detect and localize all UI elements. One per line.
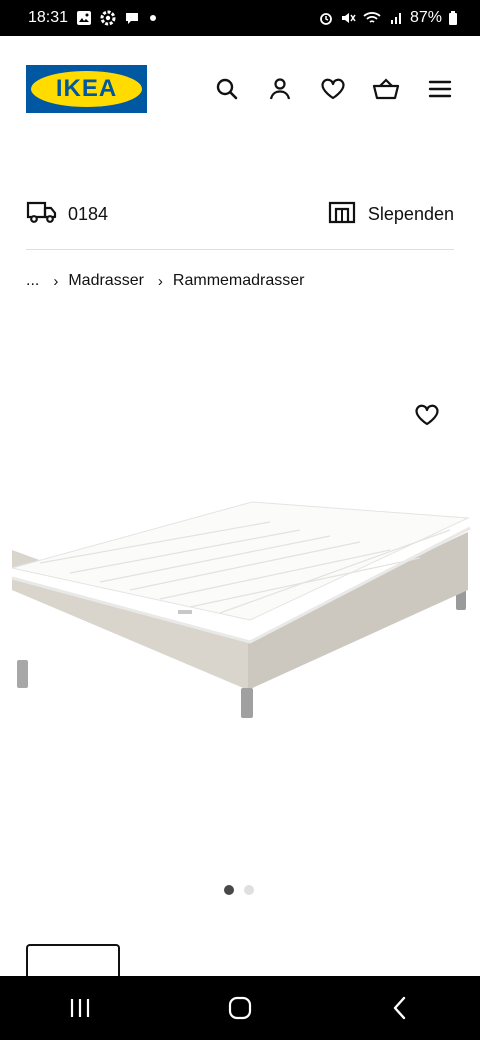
system-nav-bar	[0, 976, 480, 1040]
site-header: IKEA	[0, 36, 480, 140]
back-icon[interactable]	[370, 986, 430, 1030]
pagination-dot-2[interactable]	[244, 885, 254, 895]
menu-icon[interactable]	[425, 74, 455, 104]
pagination-dot-1[interactable]	[224, 885, 234, 895]
wifi-call-icon	[362, 10, 384, 26]
store-icon	[328, 200, 356, 229]
logo-oval: IKEA	[31, 71, 142, 107]
gallery-pagination	[224, 885, 254, 895]
home-icon[interactable]	[210, 986, 270, 1030]
battery-level: 87%	[409, 9, 442, 26]
logo-text: IKEA	[55, 75, 118, 102]
chevron-right-icon: ›	[157, 272, 163, 290]
breadcrumb: ... › Madrasser › Rammemadrasser	[26, 272, 305, 290]
delivery-postcode-button[interactable]: 0184	[26, 200, 108, 229]
status-bar: 18:31 87%	[0, 0, 480, 36]
breadcrumb-madrasser[interactable]: Madrasser	[68, 272, 144, 290]
settings-icon	[100, 10, 116, 26]
chevron-right-icon: ›	[53, 272, 59, 290]
breadcrumb-rammemadrasser[interactable]: Rammemadrasser	[173, 272, 305, 290]
account-icon[interactable]	[265, 74, 295, 104]
battery-icon	[448, 10, 458, 26]
breadcrumb-ellipsis[interactable]: ...	[26, 272, 39, 290]
product-wishlist-heart-icon[interactable]	[412, 400, 442, 430]
signal-icon	[390, 10, 404, 26]
truck-icon	[26, 200, 58, 229]
dot-icon	[148, 13, 158, 23]
bed-frame-mattress-image	[11, 501, 471, 718]
product-image-gallery[interactable]	[0, 320, 480, 920]
basket-icon[interactable]	[371, 74, 401, 104]
gallery-icon	[76, 10, 92, 26]
chat-icon	[124, 10, 140, 26]
status-time: 18:31	[28, 9, 69, 26]
search-icon[interactable]	[212, 74, 242, 104]
wishlist-icon[interactable]	[318, 74, 348, 104]
store-label: Slependen	[367, 203, 454, 224]
alarm-icon	[318, 10, 334, 26]
ikea-logo[interactable]: IKEA	[26, 65, 147, 113]
mute-icon	[340, 10, 356, 26]
store-selector-button[interactable]: Slependen	[328, 200, 454, 229]
recent-apps-icon[interactable]	[50, 986, 110, 1030]
postcode-label: 0184	[68, 203, 109, 224]
divider	[26, 249, 454, 250]
location-row: 0184 Slependen	[26, 196, 454, 232]
